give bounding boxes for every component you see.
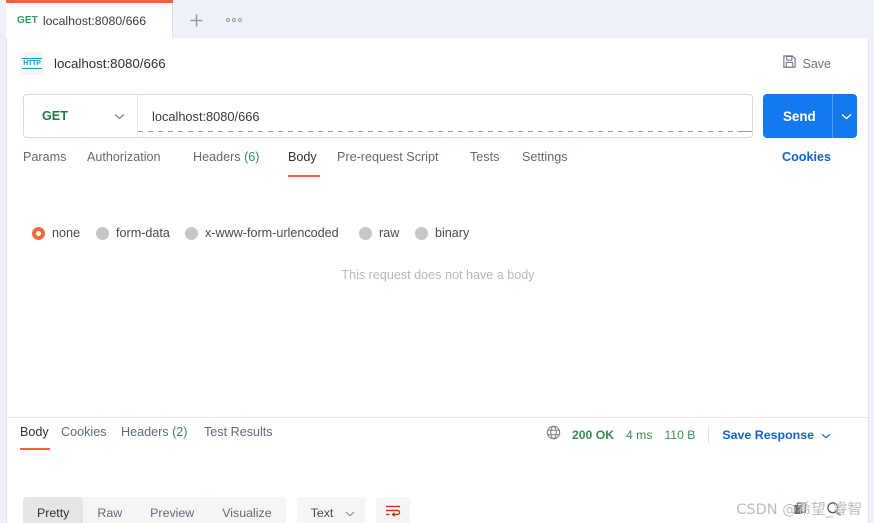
plus-icon xyxy=(189,13,204,28)
word-wrap-toggle[interactable] xyxy=(376,497,411,523)
request-response-panel: HTTP localhost:8080/666 Save GET localho… xyxy=(6,38,869,523)
chevron-down-icon[interactable] xyxy=(821,426,831,444)
response-tab-headers[interactable]: Headers (2) xyxy=(121,425,188,451)
response-time: 4 ms xyxy=(626,428,653,442)
tab-strip: GET localhost:8080/666 xyxy=(0,0,874,38)
response-view-mode-group: Pretty Raw Preview Visualize xyxy=(23,497,286,523)
body-type-binary[interactable]: binary xyxy=(415,226,469,240)
url-row: GET localhost:8080/666 Send xyxy=(7,94,869,142)
save-button[interactable]: Save xyxy=(782,54,832,74)
body-type-form-data[interactable]: form-data xyxy=(96,226,170,240)
copy-icon[interactable] xyxy=(793,502,808,522)
ellipsis-icon xyxy=(225,18,243,22)
chevron-down-icon[interactable] xyxy=(841,107,852,125)
radio-icon xyxy=(359,226,372,240)
meta-divider xyxy=(708,427,710,443)
url-input-value: localhost:8080/666 xyxy=(152,108,260,124)
tab-title-label: localhost:8080/666 xyxy=(42,13,147,28)
postman-window: GET localhost:8080/666 HTTP localhost:80… xyxy=(0,0,874,523)
view-mode-pretty[interactable]: Pretty xyxy=(23,497,84,523)
radio-icon xyxy=(415,226,428,240)
response-view-toolbar: Pretty Raw Preview Visualize Text xyxy=(23,497,411,523)
response-actions xyxy=(775,501,842,522)
globe-icon xyxy=(546,425,561,445)
floppy-disk-icon xyxy=(782,54,797,74)
tab-method-label: GET xyxy=(17,15,38,26)
response-status-bar: 200 OK 4 ms 110 B Save Response xyxy=(546,425,831,445)
body-type-options: none form-data x-www-form-urlencoded raw… xyxy=(7,226,869,248)
response-tab-body-active-indicator xyxy=(20,448,50,450)
response-size: 110 B xyxy=(664,428,696,442)
radio-icon xyxy=(32,226,45,240)
request-title: localhost:8080/666 xyxy=(54,56,166,71)
body-type-raw[interactable]: raw xyxy=(359,226,399,240)
tab-body[interactable]: Body xyxy=(288,150,320,178)
tab-body-active-indicator xyxy=(288,175,320,177)
save-response-button[interactable]: Save Response xyxy=(722,428,814,442)
tab-authorization[interactable]: Authorization xyxy=(87,150,161,178)
word-wrap-icon xyxy=(385,504,401,523)
response-tabs: Body Cookies Headers (2) Test Results 20… xyxy=(7,425,869,455)
http-icon: HTTP xyxy=(20,52,44,75)
cookies-link[interactable]: Cookies xyxy=(782,150,831,164)
request-tab[interactable]: GET localhost:8080/666 xyxy=(6,0,173,38)
tab-headers[interactable]: Headers (6) xyxy=(193,150,260,178)
empty-body-message: This request does not have a body xyxy=(341,268,535,282)
request-header: HTTP localhost:8080/666 Save xyxy=(7,38,869,88)
radio-icon xyxy=(185,226,198,240)
send-button-divider xyxy=(831,94,833,138)
tab-pre-request-script[interactable]: Pre-request Script xyxy=(337,150,439,178)
url-input-underline-end xyxy=(738,131,752,132)
view-mode-preview[interactable]: Preview xyxy=(136,497,208,523)
tab-tests[interactable]: Tests xyxy=(470,150,499,178)
request-tabs: Params Authorization Headers (6) Body Pr… xyxy=(7,150,869,180)
send-button[interactable]: Send xyxy=(763,94,857,138)
radio-icon xyxy=(96,226,109,240)
response-splitter[interactable] xyxy=(7,417,869,418)
tab-settings[interactable]: Settings xyxy=(522,150,568,178)
body-type-urlencoded[interactable]: x-www-form-urlencoded xyxy=(185,226,339,240)
chevron-down-icon xyxy=(114,107,125,125)
search-icon[interactable] xyxy=(826,501,842,522)
send-button-label: Send xyxy=(783,108,816,124)
new-tab-button[interactable] xyxy=(183,8,209,32)
save-button-label: Save xyxy=(802,57,832,71)
response-tab-cookies[interactable]: Cookies xyxy=(61,425,107,451)
response-tab-body[interactable]: Body xyxy=(20,425,50,451)
method-label: GET xyxy=(42,109,68,123)
response-tab-test-results[interactable]: Test Results xyxy=(204,425,273,451)
tab-more-button[interactable] xyxy=(221,8,247,32)
response-format-label: Text xyxy=(310,506,334,520)
view-mode-visualize[interactable]: Visualize xyxy=(208,497,285,523)
body-type-none[interactable]: none xyxy=(32,226,80,240)
tab-params[interactable]: Params xyxy=(23,150,66,178)
url-input-underline xyxy=(138,131,738,132)
method-selector[interactable]: GET xyxy=(24,95,138,137)
response-format-selector[interactable]: Text xyxy=(296,497,366,523)
status-badge: 200 OK xyxy=(572,428,615,442)
view-mode-raw[interactable]: Raw xyxy=(83,497,136,523)
chevron-down-icon xyxy=(345,504,355,522)
